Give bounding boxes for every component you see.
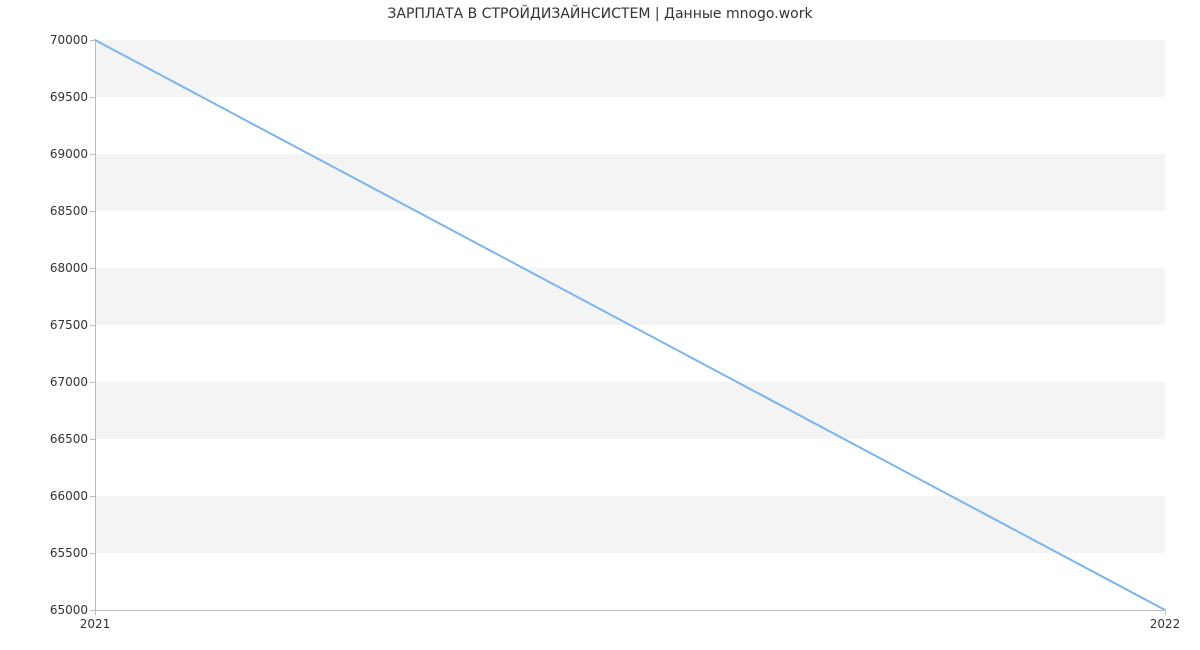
y-tick-mark [90,553,95,554]
y-tick-mark [90,439,95,440]
y-tick-mark [90,40,95,41]
y-tick-mark [90,325,95,326]
y-tick-mark [90,268,95,269]
y-tick-label: 67500 [8,318,88,332]
y-axis-line [95,40,96,610]
y-tick-label: 70000 [8,33,88,47]
series-line [95,40,1165,610]
y-tick-label: 67000 [8,375,88,389]
y-tick-label: 68500 [8,204,88,218]
line-layer [95,40,1165,610]
y-tick-mark [90,211,95,212]
y-tick-label: 65500 [8,546,88,560]
salary-chart: ЗАРПЛАТА В СТРОЙДИЗАЙНСИСТЕМ | Данные mn… [0,0,1200,650]
y-tick-mark [90,97,95,98]
y-tick-mark [90,382,95,383]
plot-area [95,40,1165,610]
chart-title: ЗАРПЛАТА В СТРОЙДИЗАЙНСИСТЕМ | Данные mn… [0,6,1200,22]
y-tick-label: 68000 [8,261,88,275]
y-tick-label: 66500 [8,432,88,446]
x-tick-label: 2022 [1150,617,1181,631]
x-tick-mark [1165,610,1166,615]
y-tick-label: 69000 [8,147,88,161]
y-tick-mark [90,154,95,155]
y-tick-label: 65000 [8,603,88,617]
y-tick-label: 66000 [8,489,88,503]
y-tick-label: 69500 [8,90,88,104]
y-tick-mark [90,496,95,497]
x-tick-label: 2021 [80,617,111,631]
x-tick-mark [95,610,96,615]
x-axis-line [95,610,1165,611]
